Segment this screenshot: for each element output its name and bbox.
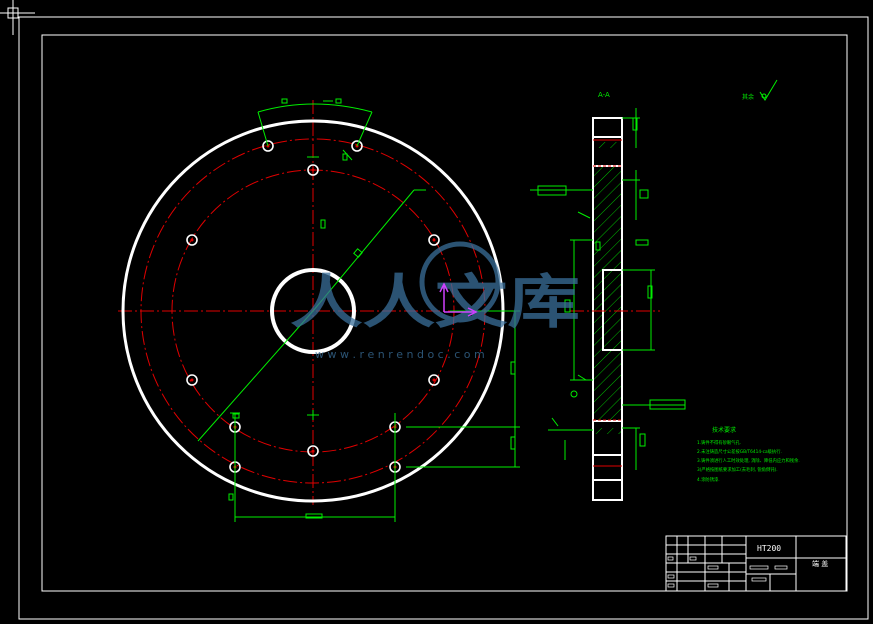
tech-requirement-item: 1.铸件不得有砂眼气孔. bbox=[697, 439, 741, 446]
material-label: HT200 bbox=[757, 544, 781, 553]
section-label: A-A bbox=[598, 91, 610, 99]
cad-drawing-canvas: A-A 其余 人人文库 w w w . r e n r e n d o c . … bbox=[0, 0, 869, 620]
roughness-symbol-icon bbox=[759, 79, 778, 101]
tech-requirements-heading: 技术要求 bbox=[712, 426, 736, 434]
watermark-brand-text: 人人文库 bbox=[290, 268, 580, 336]
watermark-url-text: w w w . r e n r e n d o c . c o m bbox=[315, 348, 485, 361]
roughness-other-label: 其余 bbox=[742, 93, 754, 101]
tech-requirement-item: 2.未注铸造尺寸公差按GB/T6414-ca级执行. bbox=[697, 448, 782, 455]
watermark: 人人文库 w w w . r e n r e n d o c . c o m bbox=[290, 241, 580, 361]
tech-requirement-item: 4.涂防锈漆. bbox=[697, 476, 720, 483]
tech-requirement-item: 3.铸件须进行人工时效处理, 消除、降低内应力和残余. bbox=[697, 457, 800, 464]
tech-requirements: 技术要求 1.铸件不得有砂眼气孔. 2.未注铸造尺寸公差按GB/T6414-ca… bbox=[697, 426, 800, 483]
part-name-label: 端 盖 bbox=[812, 559, 828, 568]
datum-marker-icon bbox=[570, 390, 578, 398]
title-block: HT200 端 盖 bbox=[665, 535, 847, 592]
section-hatch bbox=[593, 142, 621, 434]
tech-requirement-item: 3)严格按图纸要求加工(去毛刺, 锐角倒钝). bbox=[697, 466, 778, 473]
